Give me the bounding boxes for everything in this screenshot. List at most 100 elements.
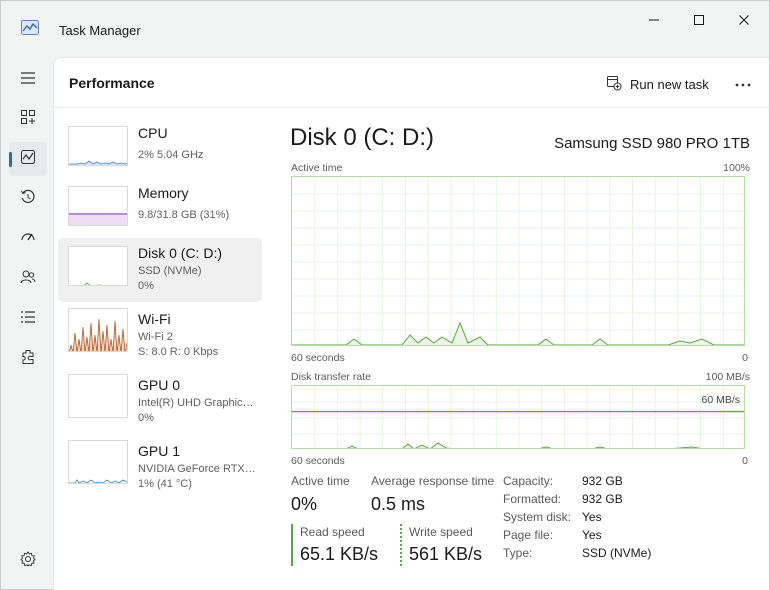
page-file-label: Page file: <box>503 528 554 542</box>
read-speed-value: 65.1 KB/s <box>300 544 379 564</box>
device-item-cpu[interactable]: CPU 2% 5.04 GHz <box>58 118 262 182</box>
performance-page: Performance Run new task CPU 2% 5.04 GHz <box>53 57 770 590</box>
disk-title: Disk 0 (C: D:) <box>290 124 434 151</box>
active-time-graph-label: Active time <box>291 162 343 174</box>
task-manager-app-icon <box>21 20 39 36</box>
cpu-thumbnail-graph <box>68 126 128 166</box>
nav-settings[interactable] <box>9 544 47 578</box>
close-button[interactable] <box>721 7 767 33</box>
startup-apps-icon <box>20 229 36 250</box>
nav-performance[interactable] <box>9 142 47 176</box>
device-name: Memory <box>138 185 189 201</box>
nav-details[interactable] <box>9 302 47 336</box>
device-item-gpu-1[interactable]: GPU 1 NVIDIA GeForce RTX 3060 1% (41 °C) <box>58 436 262 500</box>
formatted-value: 932 GB <box>582 492 623 506</box>
active-time-graph-time: 60 seconds <box>291 352 345 364</box>
nav-startup-apps[interactable] <box>9 222 47 256</box>
more-options-icon <box>735 74 751 92</box>
navigation-rail <box>1 57 53 590</box>
performance-icon <box>20 149 36 170</box>
users-icon <box>20 269 36 290</box>
close-icon <box>738 14 750 26</box>
nav-menu-button[interactable] <box>9 63 47 97</box>
active-time-value: 0% <box>291 494 318 514</box>
device-item-wifi[interactable]: Wi-Fi Wi-Fi 2 S: 8.0 R: 0 Kbps <box>58 304 262 368</box>
average-response-value: 0.5 ms <box>371 494 426 514</box>
transfer-rate-graph: 60 MB/s <box>291 385 745 449</box>
run-new-task-icon <box>606 75 622 94</box>
device-usage: 1% (41 °C) <box>138 478 192 490</box>
type-value: SSD (NVMe) <box>582 546 652 560</box>
more-options-button[interactable] <box>730 72 756 94</box>
system-disk-label: System disk: <box>503 510 572 524</box>
device-detail: 2% 5.04 GHz <box>138 149 204 161</box>
active-time-label: Active time <box>291 474 350 488</box>
device-detail: NVIDIA GeForce RTX 3060 <box>138 463 258 475</box>
disk-thumbnail-graph <box>68 246 128 286</box>
gpu-1-thumbnail-graph <box>68 440 128 484</box>
app-history-icon <box>20 189 36 210</box>
wifi-thumbnail-graph <box>68 308 128 352</box>
page-file-value: Yes <box>582 528 602 542</box>
title-bar[interactable]: Task Manager <box>1 1 769 57</box>
transfer-rate-graph-max: 100 MB/s <box>705 371 750 383</box>
capacity-label: Capacity: <box>503 474 554 488</box>
nav-processes[interactable] <box>9 102 47 136</box>
nav-services[interactable] <box>9 342 47 376</box>
device-item-disk-0[interactable]: Disk 0 (C: D:) SSD (NVMe) 0% <box>58 238 262 302</box>
run-new-task-button[interactable]: Run new task <box>606 73 709 95</box>
active-time-graph <box>291 176 745 346</box>
active-time-graph-min: 0 <box>742 352 748 364</box>
device-detail: 9.8/31.8 GB (31%) <box>138 209 230 221</box>
device-name: Disk 0 (C: D:) <box>138 245 222 261</box>
read-speed-box: Read speed 65.1 KB/s <box>291 524 391 566</box>
page-header: Performance Run new task <box>54 58 770 108</box>
device-usage: 0% <box>138 412 154 424</box>
system-disk-value: Yes <box>582 510 602 524</box>
disk-model: Samsung SSD 980 PRO 1TB <box>554 135 750 152</box>
device-name: Wi-Fi <box>138 311 171 327</box>
transfer-rate-graph-label: Disk transfer rate <box>291 371 371 383</box>
device-usage: S: 8.0 R: 0 Kbps <box>138 346 219 358</box>
minimize-icon <box>648 14 660 26</box>
device-name: GPU 1 <box>138 443 181 459</box>
device-usage: 0% <box>138 280 154 292</box>
device-name: GPU 0 <box>138 377 181 393</box>
run-new-task-label: Run new task <box>630 76 709 92</box>
settings-icon <box>20 550 36 572</box>
processes-icon <box>20 109 36 130</box>
average-response-label: Average response time <box>371 474 495 488</box>
write-speed-label: Write speed <box>409 525 473 539</box>
device-item-memory[interactable]: Memory 9.8/31.8 GB (31%) <box>58 178 262 242</box>
capacity-value: 932 GB <box>582 474 623 488</box>
device-detail: Wi-Fi 2 <box>138 331 173 343</box>
task-manager-window: Task Manager Performance Run new task CP… <box>0 0 770 590</box>
transfer-rate-reference-label: 60 MB/s <box>701 394 740 406</box>
nav-app-history[interactable] <box>9 182 47 216</box>
minimize-button[interactable] <box>631 7 677 33</box>
disk-detail-panel: Disk 0 (C: D:) Samsung SSD 980 PRO 1TB A… <box>290 108 750 590</box>
hamburger-icon <box>20 71 36 90</box>
write-speed-box: Write speed 561 KB/s <box>400 524 500 566</box>
app-title: Task Manager <box>59 23 141 38</box>
services-icon <box>20 349 36 370</box>
memory-thumbnail-graph <box>68 186 128 226</box>
device-detail: SSD (NVMe) <box>138 265 202 277</box>
device-name: CPU <box>138 125 168 141</box>
details-icon <box>20 309 36 330</box>
maximize-icon <box>693 14 705 26</box>
page-title: Performance <box>69 75 155 91</box>
type-label: Type: <box>503 546 533 560</box>
write-speed-value: 561 KB/s <box>409 544 483 564</box>
active-time-graph-max: 100% <box>723 162 750 174</box>
formatted-label: Formatted: <box>503 492 562 506</box>
gpu-0-thumbnail-graph <box>68 374 128 418</box>
nav-users[interactable] <box>9 262 47 296</box>
device-detail: Intel(R) UHD Graphics 770 <box>138 397 258 409</box>
device-list: CPU 2% 5.04 GHz Memory 9.8/31.8 GB (31%)… <box>54 108 266 590</box>
device-item-gpu-0[interactable]: GPU 0 Intel(R) UHD Graphics 770 0% <box>58 370 262 434</box>
read-speed-label: Read speed <box>300 525 365 539</box>
maximize-button[interactable] <box>676 7 722 33</box>
transfer-rate-graph-min: 0 <box>742 455 748 467</box>
transfer-rate-graph-time: 60 seconds <box>291 455 345 467</box>
